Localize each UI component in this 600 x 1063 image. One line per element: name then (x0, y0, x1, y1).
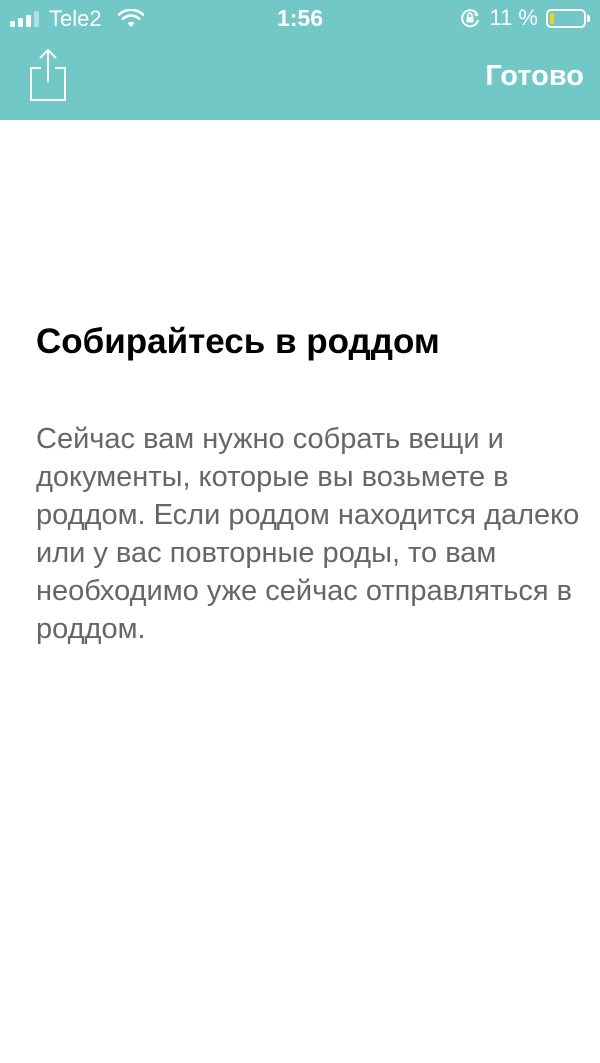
done-button[interactable]: Готово (485, 60, 584, 93)
battery-icon (546, 8, 590, 28)
page-title: Собирайтесь в роддом (36, 322, 440, 361)
share-button[interactable] (26, 46, 70, 102)
share-icon (30, 48, 66, 101)
battery-percent: 11 % (489, 5, 538, 30)
description-text: Сейчас вам нужно собрать вещи и документ… (36, 423, 580, 645)
status-bar: Tele2 1:56 11 % (0, 0, 600, 36)
battery-level-fill (550, 12, 554, 24)
top-bar: Tele2 1:56 11 % Готово (0, 0, 600, 120)
status-right: 11 % (459, 5, 590, 31)
rotation-lock-icon (461, 9, 480, 28)
